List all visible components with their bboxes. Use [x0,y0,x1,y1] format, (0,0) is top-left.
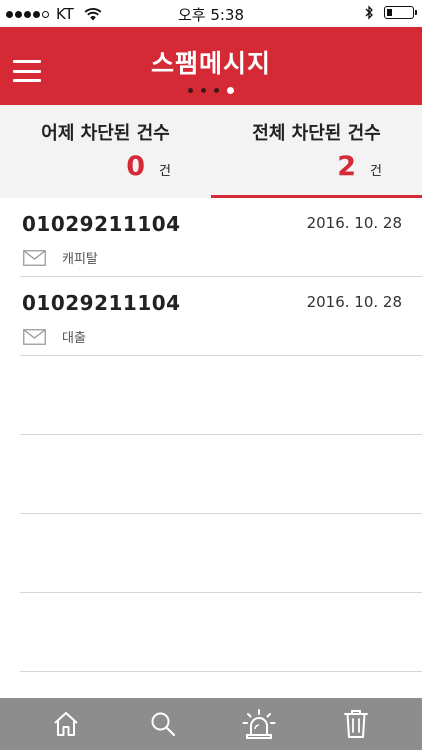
empty-list-row [20,435,422,514]
list-item[interactable]: 01029211104 2016. 10. 28 캐피탈 [20,198,422,277]
list-item[interactable]: 01029211104 2016. 10. 28 대출 [20,277,422,356]
status-right [365,5,417,20]
blocked-summary: 어제 차단된 건수 0 건 전체 차단된 건수 2 건 [0,105,422,198]
tab-total-count: 2 건 [337,151,382,182]
message-list: 01029211104 2016. 10. 28 캐피탈 01029211104… [20,198,422,672]
sender-number: 01029211104 [22,291,181,315]
page-dot[interactable] [214,88,219,93]
search-icon [151,712,175,737]
search-button[interactable] [139,702,187,746]
delete-button[interactable] [332,702,380,746]
trash-icon [343,710,368,738]
bottom-nav [0,698,422,750]
sender-number: 01029211104 [22,212,181,236]
envelope-icon [23,250,46,266]
home-icon [54,712,78,736]
bluetooth-icon [365,5,373,20]
tab-yesterday-blocked[interactable]: 어제 차단된 건수 0 건 [0,105,211,198]
message-date: 2016. 10. 28 [306,293,402,311]
siren-icon [242,709,276,739]
yesterday-count-unit: 건 [159,164,171,179]
tab-yesterday-label: 어제 차단된 건수 [41,123,170,144]
total-count-value: 2 [337,151,357,182]
tab-yesterday-count: 0 건 [126,151,171,182]
page-dot[interactable] [201,88,206,93]
alarm-button[interactable] [235,702,283,746]
message-date: 2016. 10. 28 [306,214,402,232]
page-indicator [0,87,422,94]
status-time: 오후 5:38 [177,6,245,24]
tab-total-blocked[interactable]: 전체 차단된 건수 2 건 [211,105,422,198]
page-dot[interactable] [188,88,193,93]
page-title: 스팸메시지 [150,49,271,78]
total-count-unit: 건 [370,164,382,179]
tab-total-label: 전체 차단된 건수 [252,123,381,144]
app-header: 스팸메시지 [0,27,422,105]
empty-list-row [20,356,422,435]
empty-list-row [20,514,422,593]
empty-list-row [20,593,422,672]
home-button[interactable] [42,702,90,746]
message-preview: 대출 [62,331,86,346]
envelope-icon [23,329,46,345]
message-preview: 캐피탈 [62,252,98,267]
battery-icon [384,6,417,19]
yesterday-count-value: 0 [126,151,146,182]
status-bar: KT 오후 5:38 [0,0,422,27]
page-dot-active[interactable] [227,87,234,94]
